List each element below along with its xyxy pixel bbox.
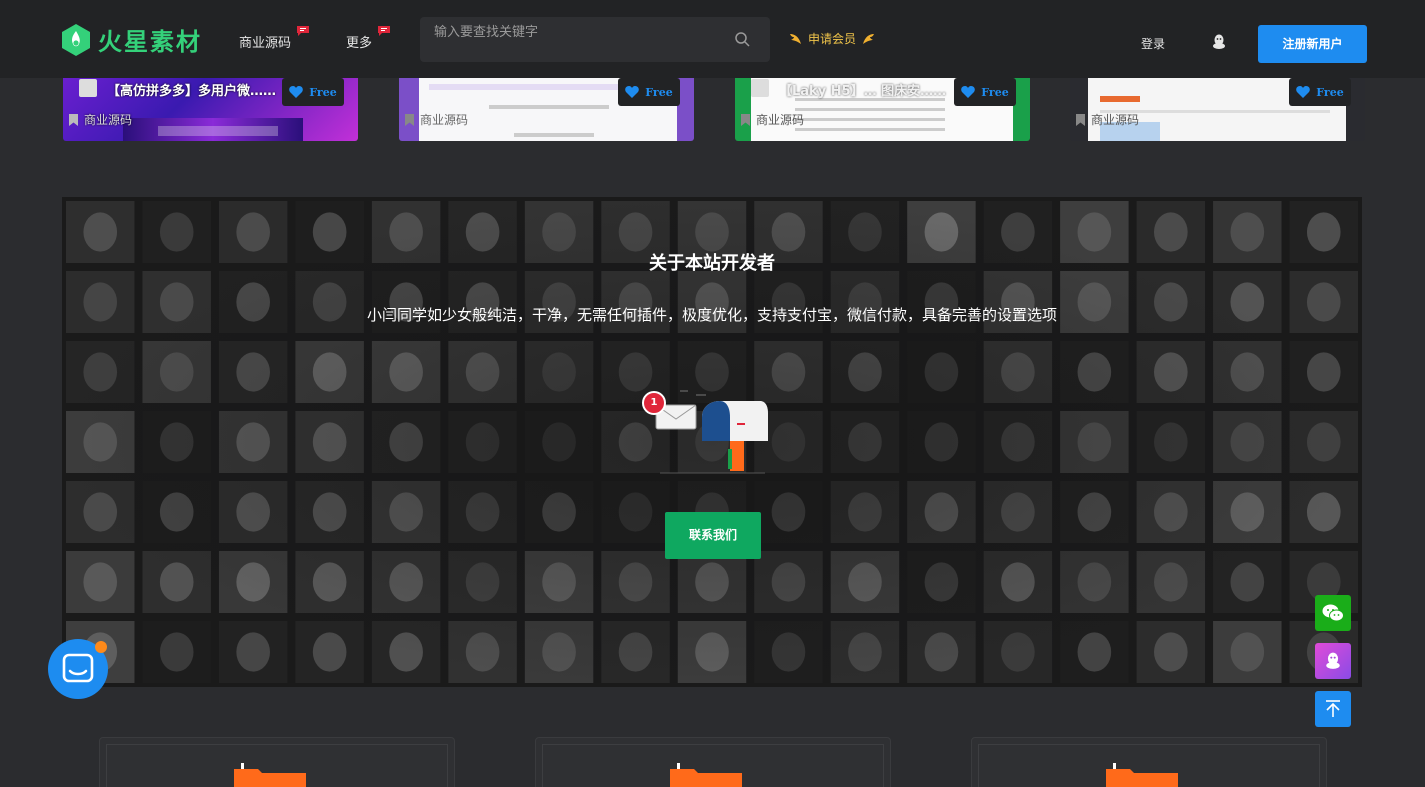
search-box[interactable]: 输入要查找关键字 xyxy=(420,17,770,62)
category-label: 商业源码 xyxy=(84,113,133,127)
category-card[interactable] xyxy=(99,737,455,787)
about-developer-section: 关于本站开发者 小闫同学如少女般纯洁，干净，无需任何插件，极度优化，支持支付宝，… xyxy=(62,197,1362,687)
free-label: Free xyxy=(645,85,673,99)
author-avatar xyxy=(751,79,769,97)
nav-label: 商业源码 xyxy=(239,36,292,51)
hot-flag-icon xyxy=(297,26,310,36)
login-link[interactable]: 登录 xyxy=(1141,35,1165,52)
bookmark-icon xyxy=(69,113,78,126)
about-description: 小闫同学如少女般纯洁，干净，无需任何插件，极度优化，支持支付宝，微信付款，具备完… xyxy=(366,306,1057,324)
category-label: 商业源码 xyxy=(1091,113,1140,127)
vip-label: 申请会员 xyxy=(808,32,857,46)
free-label: Free xyxy=(981,85,1009,99)
unread-dot xyxy=(95,641,107,653)
heart-icon xyxy=(1296,86,1311,98)
card-title[interactable]: 【Laky H5】… 图床安…… xyxy=(779,80,946,99)
top-header: 火星素材 商业源码 更多 输入要查找关键字 申请会员 登录 注册新用户 xyxy=(0,0,1425,78)
product-card[interactable]: Free 商业源码 xyxy=(1070,78,1365,141)
qq-icon[interactable] xyxy=(1212,34,1226,50)
free-badge: Free xyxy=(954,78,1016,106)
product-card[interactable]: 【高仿拼多多】多用户微…… Free 商业源码 xyxy=(63,78,358,141)
heart-icon xyxy=(961,86,976,98)
wechat-button[interactable] xyxy=(1315,595,1351,631)
back-to-top-button[interactable] xyxy=(1315,691,1351,727)
notification-count-badge: 1 xyxy=(642,391,666,415)
product-card-row: 【高仿拼多多】多用户微…… Free 商业源码 Free 商业源码 【Laky … xyxy=(0,78,1425,141)
product-card[interactable]: 【Laky H5】… 图床安…… Free 商业源码 xyxy=(735,78,1030,141)
free-label: Free xyxy=(309,85,337,99)
bookmark-icon xyxy=(741,113,750,126)
search-input[interactable]: 输入要查找关键字 xyxy=(434,21,538,40)
heart-icon xyxy=(625,86,640,98)
bookmark-icon xyxy=(1076,113,1085,126)
card-title[interactable]: 【高仿拼多多】多用户微…… xyxy=(107,80,276,99)
about-title: 关于本站开发者 xyxy=(649,253,775,274)
heart-icon xyxy=(289,86,304,98)
logo-text: 火星素材 xyxy=(98,28,202,56)
author-avatar xyxy=(79,79,97,97)
wechat-icon xyxy=(1322,604,1344,622)
apply-membership-link[interactable]: 申请会员 xyxy=(788,30,876,47)
hot-flag-icon xyxy=(378,26,391,36)
logo-icon xyxy=(62,23,90,56)
contact-us-button[interactable]: 联系我们 xyxy=(665,512,761,559)
qq-contact-button[interactable] xyxy=(1315,643,1351,679)
bookmark-icon xyxy=(405,113,414,126)
nav-item-commercial-source[interactable]: 商业源码 xyxy=(239,26,310,51)
category-label: 商业源码 xyxy=(756,113,805,127)
wing-icon xyxy=(863,33,875,44)
free-badge: Free xyxy=(1289,78,1351,106)
folder-icon xyxy=(670,763,742,787)
folder-icon xyxy=(234,763,306,787)
category-label: 商业源码 xyxy=(420,113,469,127)
folder-icon xyxy=(1106,763,1178,787)
nav-label: 更多 xyxy=(346,36,373,51)
card-category[interactable]: 商业源码 xyxy=(741,111,804,128)
card-category[interactable]: 商业源码 xyxy=(69,111,132,128)
arrow-up-icon xyxy=(1326,700,1340,717)
category-card[interactable] xyxy=(535,737,891,787)
register-button[interactable]: 注册新用户 xyxy=(1258,25,1367,63)
category-card[interactable] xyxy=(971,737,1327,787)
site-logo[interactable]: 火星素材 xyxy=(60,22,202,57)
wing-icon xyxy=(790,33,801,44)
free-badge: Free xyxy=(618,78,680,106)
nav-item-more[interactable]: 更多 xyxy=(346,26,391,51)
qq-icon xyxy=(1326,652,1340,669)
free-label: Free xyxy=(1316,85,1344,99)
card-category[interactable]: 商业源码 xyxy=(405,111,468,128)
search-icon[interactable] xyxy=(734,31,750,47)
free-badge: Free xyxy=(282,78,344,106)
product-card[interactable]: Free 商业源码 xyxy=(399,78,694,141)
card-category[interactable]: 商业源码 xyxy=(1076,111,1139,128)
